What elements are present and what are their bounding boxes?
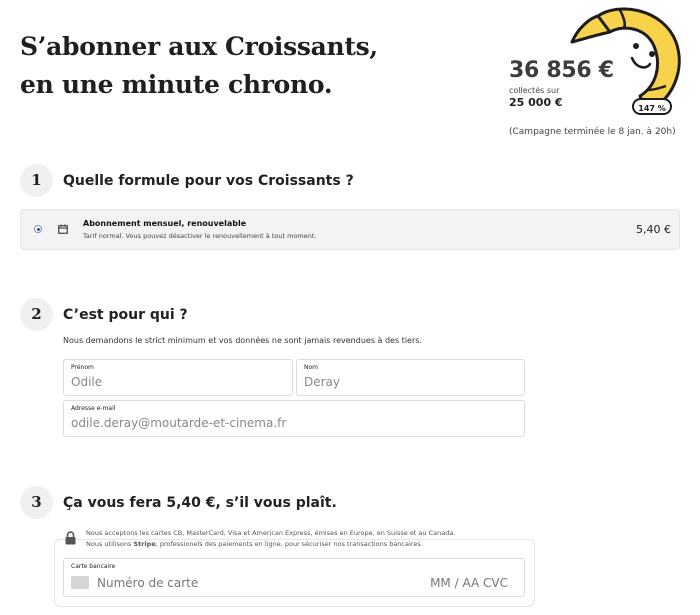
stripe-label: Stripe: [133, 540, 156, 548]
card-expiry-cvc-input[interactable]: MM / AA CVC: [430, 576, 508, 590]
page-title-line-1: S’abonner aux Croissants,: [20, 32, 378, 61]
lock-icon: [65, 531, 76, 545]
firstname-field[interactable]: Prénom Odile: [63, 359, 293, 396]
email-field[interactable]: Adresse e-mail odile.deray@moutarde-et-c…: [63, 400, 525, 437]
firstname-label: Prénom: [71, 364, 94, 371]
page-title-line-2: en une minute chrono.: [20, 70, 333, 99]
email-input[interactable]: odile.deray@moutarde-et-cinema.fr: [71, 416, 286, 430]
lastname-field[interactable]: Nom Deray: [296, 359, 525, 396]
step-1-number: 1: [20, 164, 53, 197]
step-1-title: Quelle formule pour vos Croissants ?: [63, 173, 354, 189]
payment-security-line-1: Nous acceptons les cartes CB, MasterCard…: [86, 529, 456, 537]
lastname-input[interactable]: Deray: [304, 375, 340, 389]
plan-description: Tarif normal. Vous pouvez désactiver le …: [83, 232, 317, 240]
payment-security-line-2: Nous utilisons Stripe, professionels des…: [86, 539, 455, 550]
plan-price: 5,40 €: [636, 223, 671, 236]
step-3-title: Ça vous fera 5,40 €, s’il vous plaît.: [63, 495, 337, 511]
lastname-label: Nom: [304, 364, 319, 371]
calendar-icon: [58, 224, 68, 234]
card-label: Carte bancaire: [71, 563, 116, 570]
firstname-input[interactable]: Odile: [71, 375, 102, 389]
progress-badge: 147 %: [632, 98, 672, 115]
plan-radio[interactable]: [34, 225, 42, 233]
privacy-help-text: Nous demandons le strict minimum et vos …: [63, 336, 422, 345]
campaign-status: (Campagne terminée le 8 jan. à 20h): [509, 127, 676, 137]
card-field[interactable]: Carte bancaire Numéro de carte MM / AA C…: [63, 558, 525, 597]
payment-security-note: Nous acceptons les cartes CB, MasterCard…: [86, 528, 455, 550]
plan-option-monthly[interactable]: Abonnement mensuel, renouvelable Tarif n…: [20, 209, 680, 250]
security-line2-prefix: Nous utilisons: [86, 540, 134, 548]
card-number-input[interactable]: Numéro de carte: [97, 576, 198, 590]
security-line2-suffix: , professionels des paiements en ligne, …: [155, 540, 423, 548]
credit-card-icon: [71, 576, 89, 589]
email-label: Adresse e-mail: [71, 405, 116, 412]
step-2-number: 2: [20, 298, 53, 331]
step-3-number: 3: [20, 486, 53, 519]
page-title: S’abonner aux Croissants, en une minute …: [20, 28, 378, 104]
plan-name: Abonnement mensuel, renouvelable: [83, 219, 247, 228]
step-2-title: C’est pour qui ?: [63, 307, 188, 323]
